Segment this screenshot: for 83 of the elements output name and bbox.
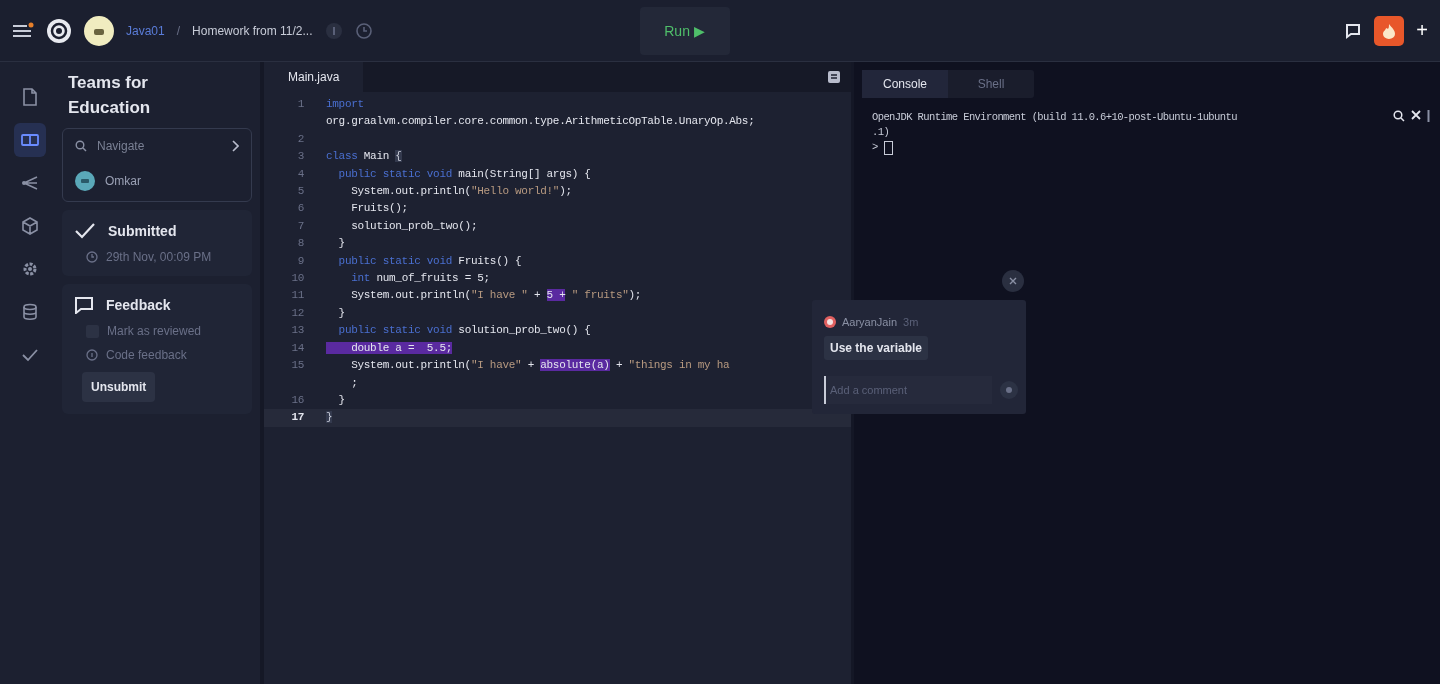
code-line: public static void main(String[] args) { <box>337 166 591 182</box>
line-number: 4 <box>297 167 304 180</box>
console-tab[interactable]: Console <box>862 70 948 98</box>
add-button[interactable]: + <box>1416 19 1428 42</box>
flame-icon <box>1382 22 1397 39</box>
line-number: 10 <box>291 272 304 285</box>
code-line: System.out.println("I have" + absolute(a) + "things in my ha <box>350 358 730 374</box>
author-avatar-icon <box>824 316 836 328</box>
panel-title: Teams for Education <box>68 72 152 119</box>
submission-status: Submitted <box>108 223 177 239</box>
code-line: } <box>337 236 345 252</box>
feedback-title: Feedback <box>106 297 171 313</box>
line-number: 7 <box>297 219 304 232</box>
line-number: 3 <box>297 150 304 163</box>
menu-icon[interactable] <box>12 21 34 40</box>
more-icon[interactable] <box>1427 110 1430 122</box>
run-button[interactable]: Run ▶ <box>639 6 730 55</box>
logo-icon[interactable] <box>46 17 72 44</box>
history-icon[interactable] <box>354 21 373 40</box>
line-number: 17 <box>291 411 304 424</box>
line-number: 8 <box>297 237 304 250</box>
user-avatar-icon <box>75 171 95 191</box>
avatar-icon[interactable] <box>84 15 114 46</box>
assignment-title: Homework from 11/2... <box>192 23 313 38</box>
file-icon <box>20 87 40 107</box>
code-line: ; <box>350 375 358 391</box>
close-icon[interactable] <box>1411 110 1421 120</box>
info-icon[interactable] <box>324 21 343 40</box>
database-icon <box>20 302 40 322</box>
comment-author: AaryanJain <box>842 316 898 328</box>
console-output: .1) <box>872 125 891 140</box>
code-line: class Main { <box>326 149 402 165</box>
code-line: } <box>337 305 345 321</box>
comment-text: Use the variable <box>824 336 929 360</box>
chat-icon <box>74 296 94 314</box>
line-number: 9 <box>297 254 304 267</box>
breadcrumb-separator: / <box>176 23 181 38</box>
share-icon <box>20 173 40 193</box>
submission-time: 29th Nov, 00:09 PM <box>106 250 212 264</box>
cube-icon <box>20 216 40 236</box>
cursor-icon <box>883 140 893 155</box>
line-number: 1 <box>297 98 304 110</box>
user-name[interactable]: Omkar <box>105 174 141 188</box>
line-number: 15 <box>291 359 304 372</box>
document-icon[interactable] <box>827 70 841 84</box>
comment-field[interactable]: Add a comment <box>824 376 992 404</box>
line-number: 12 <box>291 306 304 319</box>
line-number: 5 <box>297 185 304 198</box>
line-number: 6 <box>297 202 304 215</box>
code-line: org.graalvm.compiler.core.common.type.ArithmeticOpTable.UnaryOp.Abs; <box>326 114 755 130</box>
code-line: import <box>326 97 364 112</box>
console-prompt: > <box>872 140 878 155</box>
sidebar-tab[interactable] <box>14 123 46 157</box>
close-icon <box>1009 277 1017 285</box>
code-line: int num_of_fruits = 5; <box>350 271 490 287</box>
alert-button[interactable] <box>1374 15 1405 46</box>
line-number: 14 <box>291 341 304 354</box>
file-tab[interactable]: Main.java <box>264 62 364 92</box>
line-number: 2 <box>297 132 304 145</box>
send-icon[interactable] <box>1000 381 1018 399</box>
info-icon <box>86 349 98 361</box>
navigate-field[interactable]: Navigate <box>75 139 239 153</box>
console-tab[interactable]: Shell <box>948 70 1034 98</box>
checkbox-label: Mark as reviewed <box>107 324 202 338</box>
comment-time: 3m <box>903 316 919 328</box>
chevron-right-icon <box>231 140 239 152</box>
chat-icon[interactable] <box>1344 21 1363 40</box>
search-icon[interactable] <box>1393 110 1405 122</box>
line-number: 13 <box>291 324 304 337</box>
unsubmit-button[interactable]: Unsubmit <box>82 372 156 402</box>
code-line: public static void Fruits() { <box>337 253 522 269</box>
code-line: public static void solution_prob_two() { <box>337 323 591 339</box>
code-line: } <box>337 392 345 408</box>
code-line: solution_prob_two(); <box>350 218 478 234</box>
project-link[interactable]: Java01 <box>126 23 165 38</box>
search-icon <box>75 140 87 152</box>
clock-icon <box>86 251 98 263</box>
code-line: System.out.println("Hello world!"); <box>350 184 572 200</box>
line-number: 16 <box>291 393 304 406</box>
check-icon <box>74 222 96 240</box>
code-line: Fruits(); <box>350 201 408 217</box>
line-number: 11 <box>291 289 304 302</box>
console-output: OpenJDK Runtime Environment (build 11.0.6+10-post-Ubuntu-1ubuntu <box>872 110 1238 125</box>
